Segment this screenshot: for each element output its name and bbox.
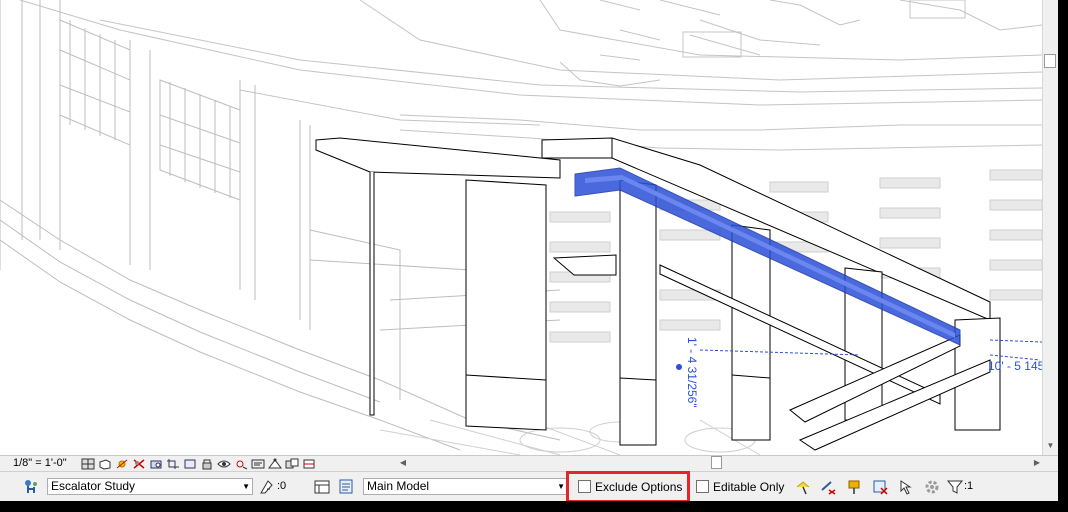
worksets-dialog-icon[interactable] <box>338 478 356 496</box>
filter-icon[interactable] <box>946 478 964 496</box>
temporary-hide-icon[interactable] <box>216 457 232 471</box>
vertical-scroll-thumb[interactable] <box>1044 54 1056 68</box>
select-underlay-icon[interactable] <box>819 478 837 496</box>
scroll-left-arrow-icon[interactable]: ◀ <box>397 456 409 470</box>
show-crop-region-icon[interactable] <box>182 457 198 471</box>
scroll-down-arrow-icon[interactable]: ▼ <box>1043 439 1058 453</box>
detail-level-icon[interactable] <box>80 457 96 471</box>
select-by-face-icon[interactable] <box>871 478 889 496</box>
3d-model-view[interactable]: 1' - 4 31/256" 10' - 5 145 <box>0 0 1042 455</box>
editable-only-label: Editable Only <box>713 479 785 494</box>
view-scale[interactable]: 1/8" = 1'-0" <box>13 456 67 471</box>
render-icon[interactable] <box>148 457 164 471</box>
window-edge <box>1058 0 1068 512</box>
scroll-right-arrow-icon[interactable]: ▶ <box>1031 456 1043 470</box>
design-option-dropdown[interactable]: Escalator Study ▼ <box>47 478 253 495</box>
floor-pattern <box>379 409 761 455</box>
analytical-model-icon[interactable] <box>267 457 283 471</box>
exclude-options-highlight-box <box>566 471 690 503</box>
vertical-scrollbar[interactable]: ▼ <box>1042 0 1058 455</box>
view-control-icons <box>80 457 317 471</box>
window-bottom-edge <box>0 501 1058 512</box>
drag-elements-icon[interactable] <box>897 478 915 496</box>
editable-only-checkbox[interactable]: Editable Only <box>696 478 784 495</box>
sun-path-icon[interactable] <box>114 457 130 471</box>
reveal-hidden-icon[interactable] <box>233 457 249 471</box>
highlight-displacement-icon[interactable] <box>284 457 300 471</box>
temporary-view-properties-icon[interactable] <box>250 457 266 471</box>
shadows-icon[interactable] <box>131 457 147 471</box>
select-pinned-icon[interactable] <box>845 478 863 496</box>
dropdown-arrow-icon: ▼ <box>242 482 250 491</box>
visual-style-icon[interactable] <box>97 457 113 471</box>
workset-dropdown[interactable]: Main Model ▼ <box>363 478 568 495</box>
status-bar: Escalator Study ▼ :0 Main Model ▼ Exclud… <box>0 471 1058 501</box>
dimension-grip[interactable] <box>676 364 682 370</box>
dimension-label-1: 1' - 4 31/256" <box>685 337 699 408</box>
horizontal-scroll-thumb[interactable] <box>711 456 722 469</box>
horizontal-scrollbar[interactable]: ◀ ▶ <box>397 456 1043 470</box>
crop-view-icon[interactable] <box>165 457 181 471</box>
dimension-label-2: 10' - 5 145 <box>988 359 1042 373</box>
background-floor-plates <box>19 0 1042 151</box>
checkbox-box[interactable] <box>696 480 709 493</box>
filter-count: :1 <box>964 480 974 492</box>
select-links-icon[interactable] <box>794 478 812 496</box>
worksharing-icon[interactable] <box>258 478 276 496</box>
model-viewport[interactable]: 1' - 4 31/256" 10' - 5 145 <box>0 0 1042 455</box>
workset-value: Main Model <box>367 479 430 493</box>
unlock-3d-view-icon[interactable] <box>199 457 215 471</box>
workset-table-icon[interactable] <box>313 478 331 496</box>
design-option-value: Escalator Study <box>51 479 136 493</box>
dropdown-arrow-icon: ▼ <box>557 482 565 491</box>
background-process-gear-icon[interactable] <box>923 478 941 496</box>
show-constraints-icon[interactable] <box>301 457 317 471</box>
design-options-icon[interactable] <box>22 478 40 496</box>
worksharing-count: :0 <box>277 480 287 492</box>
